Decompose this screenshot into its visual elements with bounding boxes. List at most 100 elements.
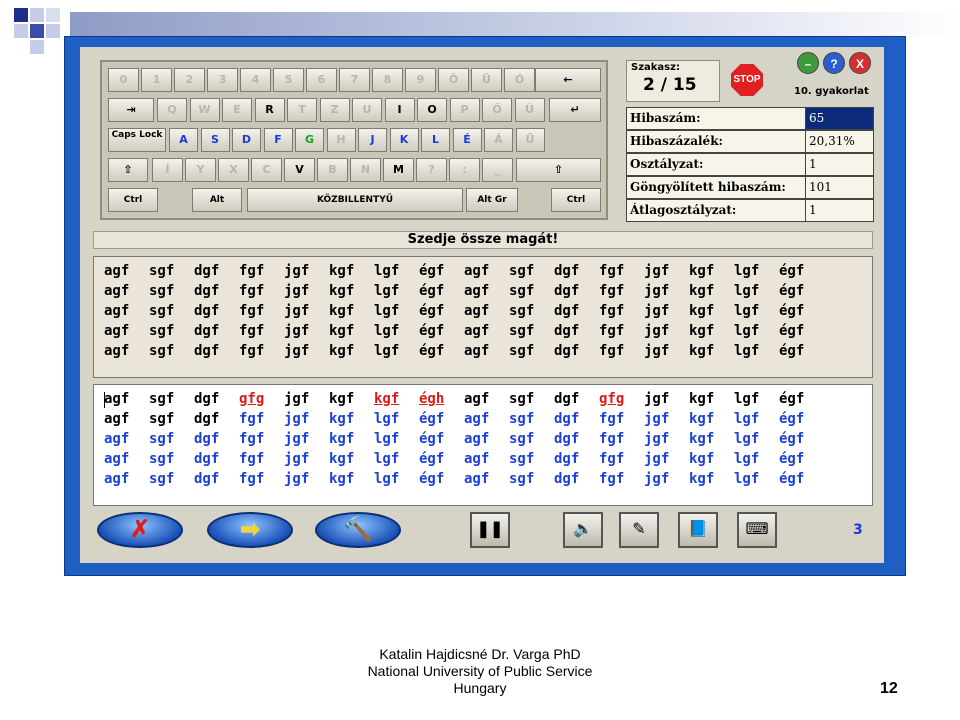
close-button[interactable]: X <box>849 52 871 74</box>
typed-word: jgf <box>284 411 310 427</box>
typed-word: lgf <box>374 451 400 467</box>
key-c[interactable]: C <box>251 158 282 182</box>
sound-button[interactable]: 🔈 <box>563 512 603 548</box>
key-?[interactable]: ? <box>416 158 447 182</box>
source-word: sgf <box>149 263 175 279</box>
key-2[interactable]: 2 <box>174 68 205 92</box>
edit-button[interactable]: ✎ <box>619 512 659 548</box>
key-v[interactable]: V <box>284 158 315 182</box>
key-0[interactable]: 0 <box>108 68 139 92</box>
key-9[interactable]: 9 <box>405 68 436 92</box>
tools-button[interactable]: 🔨 <box>315 512 401 548</box>
shift-left-key[interactable]: ⇧ <box>108 158 148 182</box>
key-q[interactable]: Q <box>157 98 187 122</box>
key-ű[interactable]: Ű <box>515 128 545 152</box>
source-word: égf <box>779 283 805 299</box>
key-8[interactable]: 8 <box>372 68 403 92</box>
source-word: agf <box>464 343 490 359</box>
key-7[interactable]: 7 <box>339 68 370 92</box>
deco-square <box>30 8 44 22</box>
key-:[interactable]: : <box>449 158 480 182</box>
next-button[interactable]: ➡ <box>207 512 293 548</box>
shift-right-key[interactable]: ⇧ <box>516 158 601 182</box>
key-r[interactable]: R <box>254 98 285 122</box>
typed-word: agf <box>104 391 130 407</box>
ctrl-left-key[interactable]: Ctrl <box>108 188 158 212</box>
stage-label: Szakasz: <box>631 62 680 73</box>
typed-word: lgf <box>374 471 400 487</box>
caps-lock-key[interactable]: Caps Lock <box>108 128 166 152</box>
typed-word: lgf <box>734 391 760 407</box>
source-word: égf <box>779 303 805 319</box>
typed-word: agf <box>464 411 490 427</box>
key-f[interactable]: F <box>263 128 293 152</box>
typed-word: agf <box>104 431 130 447</box>
source-word: fgf <box>239 323 265 339</box>
help-button[interactable]: ? <box>823 52 845 74</box>
pause-button[interactable]: ❚❚ <box>470 512 510 548</box>
space-key[interactable]: KÖZBILLENTYŰ <box>247 188 463 212</box>
key-3[interactable]: 3 <box>207 68 238 92</box>
source-word: kgf <box>689 323 715 339</box>
source-word: fgf <box>239 263 265 279</box>
ctrl-right-key[interactable]: Ctrl <box>551 188 601 212</box>
typed-word: kgf <box>689 411 715 427</box>
key-g[interactable]: G <box>295 128 324 152</box>
key-e[interactable]: E <box>222 98 252 122</box>
key-z[interactable]: Z <box>319 98 350 122</box>
key-o[interactable]: O <box>417 98 447 122</box>
alt-gr-key[interactable]: Alt Gr <box>466 188 518 212</box>
key-5[interactable]: 5 <box>273 68 304 92</box>
typed-word: égf <box>779 431 805 447</box>
key-é[interactable]: É <box>452 128 482 152</box>
key-s[interactable]: S <box>200 128 230 152</box>
key-b[interactable]: B <box>317 158 348 182</box>
minimize-button[interactable]: – <box>797 52 819 74</box>
key-ó[interactable]: Ó <box>504 68 535 92</box>
key-i[interactable]: I <box>384 98 415 122</box>
key-á[interactable]: Á <box>484 128 513 152</box>
key-ö[interactable]: Ö <box>438 68 469 92</box>
key-4[interactable]: 4 <box>240 68 271 92</box>
book-button[interactable]: 📘 <box>678 512 718 548</box>
stats-value: 1 <box>806 153 874 176</box>
source-word: jgf <box>644 303 670 319</box>
backspace-key[interactable]: ← <box>535 68 601 92</box>
key-n[interactable]: N <box>350 158 381 182</box>
alt-key[interactable]: Alt <box>192 188 242 212</box>
source-word: dgf <box>554 303 580 319</box>
key-j[interactable]: J <box>358 128 387 152</box>
key-_[interactable]: _ <box>482 158 513 182</box>
key-x[interactable]: X <box>218 158 249 182</box>
typed-word: dgf <box>194 411 220 427</box>
key-k[interactable]: K <box>389 128 419 152</box>
key-m[interactable]: M <box>383 158 414 182</box>
cancel-button[interactable]: ✗ <box>97 512 183 548</box>
key-1[interactable]: 1 <box>141 68 172 92</box>
key-h[interactable]: H <box>326 128 356 152</box>
typed-word: kgf <box>689 451 715 467</box>
key-y[interactable]: Y <box>185 158 216 182</box>
source-word: dgf <box>554 263 580 279</box>
key-t[interactable]: T <box>287 98 317 122</box>
key-l[interactable]: L <box>421 128 450 152</box>
key-ü[interactable]: Ü <box>471 68 502 92</box>
source-word: égf <box>779 343 805 359</box>
source-word: dgf <box>554 323 580 339</box>
key-w[interactable]: W <box>189 98 220 122</box>
enter-key[interactable]: ↵ <box>549 98 601 122</box>
typed-word: fgf <box>599 411 625 427</box>
typed-word: lgf <box>734 471 760 487</box>
key-ő[interactable]: Ő <box>482 98 512 122</box>
tab-key[interactable]: ⇥ <box>108 98 154 122</box>
key-í[interactable]: Í <box>152 158 183 182</box>
typed-word: fgf <box>239 431 265 447</box>
key-6[interactable]: 6 <box>306 68 337 92</box>
keyboard-button[interactable]: ⌨ <box>737 512 777 548</box>
key-p[interactable]: P <box>449 98 480 122</box>
key-d[interactable]: D <box>232 128 261 152</box>
key-a[interactable]: A <box>169 128 198 152</box>
typing-area[interactable]: agf sgf dgf gfg jgf kgf kgf égh agf sgf dgf gfg jgf k… <box>93 384 873 506</box>
key-u[interactable]: U <box>352 98 382 122</box>
key-ú[interactable]: Ú <box>514 98 545 122</box>
